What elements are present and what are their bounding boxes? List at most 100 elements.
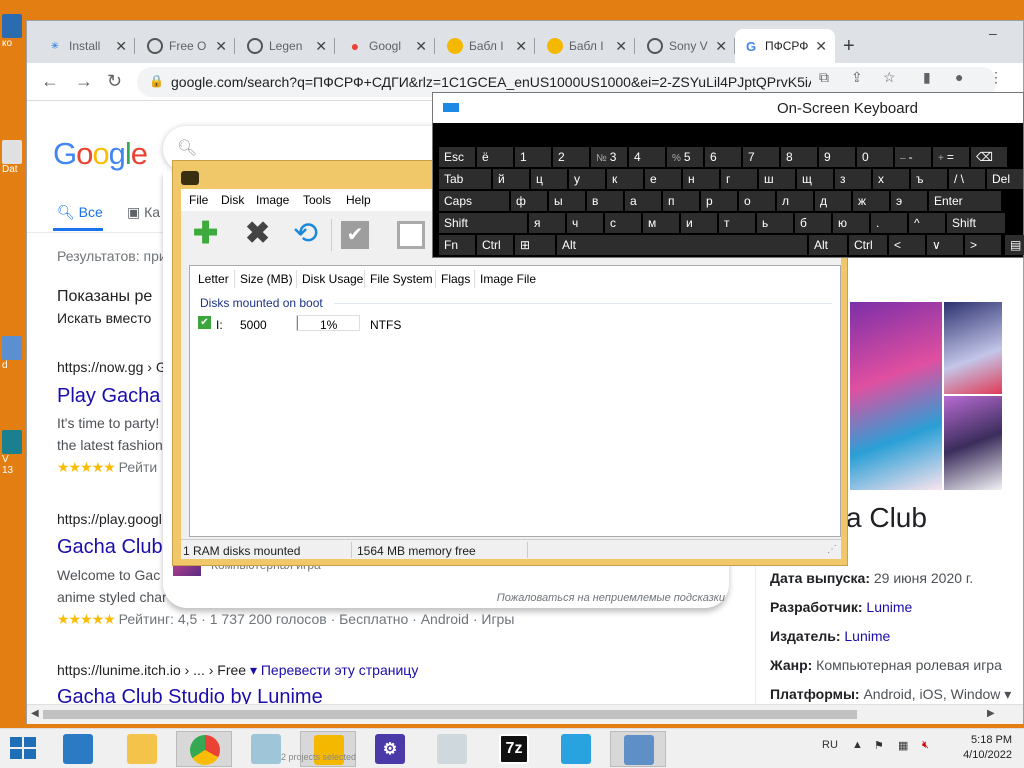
taskbar-server-manager[interactable] — [50, 731, 106, 767]
flag-icon[interactable]: ⚑ — [874, 739, 884, 752]
key-menu[interactable]: ▤ — [1005, 235, 1024, 255]
close-tab-icon[interactable]: ✕ — [315, 38, 327, 55]
key-r2-5[interactable]: е — [645, 169, 681, 189]
clock[interactable]: 5:18 PM 4/10/2022 — [940, 733, 1012, 763]
url-text[interactable]: google.com/search?q=ПФСРФ+СДГИ&rlz=1C1GC… — [171, 74, 811, 90]
scroll-left-icon[interactable]: ◀ — [31, 708, 39, 719]
language-indicator[interactable]: RU — [822, 739, 838, 751]
taskbar-imdisk[interactable]: 2 projects selected — [281, 731, 356, 767]
remove-disk-icon[interactable]: ✖ — [245, 219, 270, 249]
key-r4-8[interactable]: б — [795, 213, 831, 233]
key-r1-8[interactable]: 7 — [743, 147, 779, 167]
tab-brawl-2[interactable]: Бабл I ✕ — [539, 29, 635, 63]
key-r1-13[interactable]: + = — [933, 147, 969, 167]
taskbar-osk[interactable] — [610, 731, 666, 767]
key-windows[interactable]: ⊞ — [515, 235, 555, 255]
translate-link[interactable]: ▾ Перевести эту страницу — [250, 662, 418, 678]
key-r4-10[interactable]: . — [871, 213, 907, 233]
kp-link[interactable]: Lunime — [844, 628, 890, 644]
taskbar-file-explorer[interactable] — [114, 731, 170, 767]
key-r4-5[interactable]: и — [681, 213, 717, 233]
close-tab-icon[interactable]: ✕ — [815, 38, 827, 55]
key-r4-7[interactable]: ь — [757, 213, 793, 233]
new-tab-button[interactable]: + — [843, 35, 855, 58]
resize-grip-icon[interactable]: ⋰ — [827, 544, 837, 555]
key-r1-2[interactable]: 1 — [515, 147, 551, 167]
key-r2-13[interactable]: / \ — [949, 169, 985, 189]
key-delete[interactable]: Del — [987, 169, 1023, 189]
taskbar-chrome[interactable] — [176, 731, 232, 767]
scroll-right-icon[interactable]: ▶ — [987, 708, 995, 719]
key-r4-2[interactable]: ч — [567, 213, 603, 233]
result-title[interactable]: Gacha Club Studio by Lunime — [57, 686, 323, 704]
tab-google-maps[interactable]: ● Googl ✕ — [339, 29, 435, 63]
share-icon[interactable]: ⇪ — [851, 69, 863, 86]
result-cite[interactable]: https://lunime.itch.io › ... › Free ▾ Пе… — [57, 662, 418, 679]
key-shift[interactable]: Shift — [439, 213, 527, 233]
checkbox-checked-icon[interactable]: ✔ — [198, 316, 211, 329]
desktop-icon-d[interactable]: d — [2, 336, 24, 371]
col-letter[interactable]: Letter — [198, 272, 229, 286]
key-r3-4[interactable]: а — [625, 191, 661, 211]
tab-sony[interactable]: Sony V ✕ — [639, 29, 735, 63]
tab-free[interactable]: Free O ✕ — [139, 29, 235, 63]
key-r1-10[interactable]: 9 — [819, 147, 855, 167]
tab-images[interactable]: ▣ Ка — [127, 204, 160, 221]
taskbar-7zip[interactable]: 7z — [486, 731, 542, 767]
key-r3-2[interactable]: ы — [549, 191, 585, 211]
key-r1-3[interactable]: 2 — [553, 147, 589, 167]
chevron-up-icon[interactable]: ▲ — [852, 739, 863, 751]
forward-arrow-icon[interactable]: → — [75, 71, 93, 92]
taskbar-settings[interactable]: ⚙ — [362, 731, 418, 767]
key-r1-5[interactable]: 4 — [629, 147, 665, 167]
key-r3-10[interactable]: ж — [853, 191, 889, 211]
key-r2-2[interactable]: ц — [531, 169, 567, 189]
side-panel-icon[interactable]: ▮ — [923, 69, 931, 86]
check-icon[interactable]: ✔ — [341, 221, 369, 249]
key-r1-1[interactable]: ё — [477, 147, 513, 167]
key-r3-3[interactable]: в — [587, 191, 623, 211]
minimize-button[interactable]: – — [989, 25, 997, 41]
result-title[interactable]: Play Gacha — [57, 385, 160, 408]
google-logo[interactable]: Google — [53, 136, 148, 172]
key-down[interactable]: ∨ — [927, 235, 963, 255]
key-tab[interactable]: Tab — [439, 169, 491, 189]
key-r2-11[interactable]: х — [873, 169, 909, 189]
tab-all[interactable]: 🔍︎ Все — [57, 204, 103, 221]
menu-help[interactable]: Help — [346, 193, 371, 207]
cell-letter[interactable]: I: — [216, 318, 223, 332]
key-caps[interactable]: Caps — [439, 191, 509, 211]
taskbar-task-manager[interactable] — [424, 731, 480, 767]
key-ctrl-right[interactable]: Ctrl — [849, 235, 887, 255]
close-tab-icon[interactable]: ✕ — [115, 38, 127, 55]
key-left[interactable]: < — [889, 235, 925, 255]
desktop-icon-v[interactable]: V 13 — [2, 430, 24, 476]
key-right[interactable]: > — [965, 235, 1001, 255]
add-disk-icon[interactable]: ✚ — [193, 219, 218, 249]
scrollbar-thumb[interactable] — [43, 710, 857, 719]
key-backspace[interactable]: ⌫ — [971, 147, 1007, 167]
game-image[interactable] — [944, 396, 1002, 490]
key-r2-6[interactable]: н — [683, 169, 719, 189]
key-r3-11[interactable]: э — [891, 191, 927, 211]
key-enter[interactable]: Enter — [929, 191, 1001, 211]
back-arrow-icon[interactable]: ← — [41, 71, 59, 92]
key-r3-9[interactable]: д — [815, 191, 851, 211]
key-r2-4[interactable]: к — [607, 169, 643, 189]
key-shift[interactable]: Shift — [947, 213, 1005, 233]
translate-icon[interactable]: ⧉ — [819, 69, 829, 86]
kp-link[interactable]: Lunime — [866, 599, 912, 615]
menu-tools[interactable]: Tools — [303, 193, 331, 207]
close-tab-icon[interactable]: ✕ — [515, 38, 527, 55]
profile-avatar-icon[interactable]: ● — [955, 69, 963, 85]
key-r2-1[interactable]: й — [493, 169, 529, 189]
desktop-icon-data[interactable]: Dat — [2, 140, 24, 175]
key-r4-3[interactable]: с — [605, 213, 641, 233]
col-image-file[interactable]: Image File — [480, 272, 536, 286]
key-r1-9[interactable]: 8 — [781, 147, 817, 167]
col-filesystem[interactable]: File System — [370, 272, 433, 286]
key-alt-right[interactable]: Alt — [809, 235, 847, 255]
tab-brawl-1[interactable]: Бабл I ✕ — [439, 29, 535, 63]
result-cite[interactable]: https://now.gg › G — [57, 359, 167, 375]
menu-disk[interactable]: Disk — [221, 193, 244, 207]
